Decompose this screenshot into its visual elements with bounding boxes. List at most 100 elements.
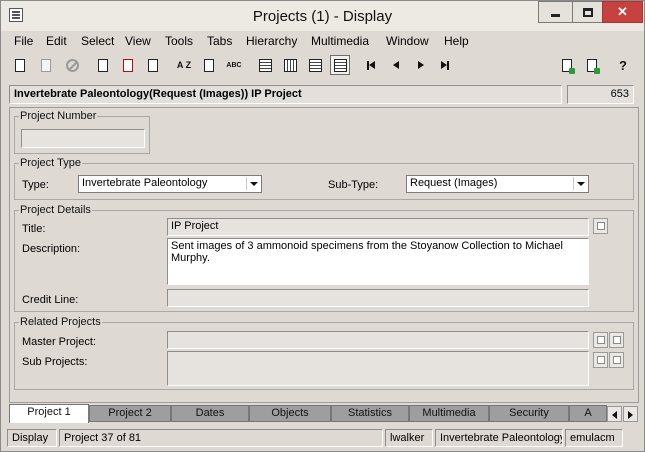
next-record-icon bbox=[418, 61, 424, 69]
title-bar[interactable]: Projects (1) - Display ✕ bbox=[1, 1, 644, 31]
link-button[interactable] bbox=[582, 55, 602, 75]
menu-file[interactable]: File bbox=[14, 34, 33, 48]
maximize-button[interactable] bbox=[572, 1, 602, 23]
context-help-icon: ? bbox=[619, 57, 627, 73]
type-dropdown-value: Invertebrate Paleontology bbox=[82, 177, 208, 189]
master-project-field[interactable] bbox=[167, 331, 589, 349]
edit-icon bbox=[204, 58, 214, 72]
new-record-button[interactable] bbox=[10, 55, 30, 75]
edit-button[interactable] bbox=[199, 55, 219, 75]
master-project-open-button[interactable] bbox=[609, 332, 624, 348]
master-project-label: Master Project: bbox=[22, 336, 96, 348]
sort-button[interactable]: A Z bbox=[174, 55, 194, 75]
attach-button[interactable] bbox=[557, 55, 577, 75]
type-label: Type: bbox=[22, 179, 49, 191]
menu-select[interactable]: Select bbox=[81, 34, 114, 48]
tab-scroll-left-button[interactable] bbox=[607, 406, 622, 422]
tab-project-1[interactable]: Project 1 bbox=[9, 404, 89, 423]
record-count-field: 653 bbox=[567, 85, 634, 104]
maximize-icon bbox=[582, 8, 593, 17]
add-link-icon bbox=[596, 336, 605, 344]
title-lookup-button[interactable] bbox=[593, 218, 608, 234]
toolbar: A Z ABC ? bbox=[1, 53, 644, 79]
tab-scroll-right-button[interactable] bbox=[623, 406, 638, 422]
project-type-legend: Project Type bbox=[20, 157, 81, 169]
tab-multimedia[interactable]: Multimedia bbox=[409, 405, 489, 422]
related-projects-legend: Related Projects bbox=[20, 316, 101, 328]
minimize-button[interactable] bbox=[538, 1, 572, 23]
sort-az-icon: A Z bbox=[176, 60, 192, 70]
chevron-right-icon bbox=[628, 411, 633, 419]
last-record-button[interactable] bbox=[435, 55, 455, 75]
tab-overflow[interactable]: A bbox=[569, 405, 607, 422]
form-view-button[interactable] bbox=[255, 55, 275, 75]
menu-help[interactable]: Help bbox=[444, 34, 469, 48]
table-view-icon bbox=[283, 58, 297, 72]
cancel-button[interactable] bbox=[62, 55, 82, 75]
minimize-icon bbox=[551, 14, 560, 17]
chevron-down-icon bbox=[246, 177, 260, 190]
record-title-field: Invertebrate Paleontology(Request (Image… bbox=[9, 85, 562, 104]
previous-record-button[interactable] bbox=[386, 55, 406, 75]
image-view-icon bbox=[333, 58, 347, 72]
menu-window[interactable]: Window bbox=[386, 34, 429, 48]
delete-button[interactable] bbox=[118, 55, 138, 75]
tab-objects[interactable]: Objects bbox=[249, 405, 331, 422]
save-button[interactable] bbox=[36, 55, 56, 75]
type-dropdown[interactable]: Invertebrate Paleontology bbox=[78, 175, 262, 193]
status-department: Invertebrate Paleontology bbox=[435, 429, 563, 447]
menu-view[interactable]: View bbox=[125, 34, 151, 48]
spellcheck-button[interactable]: ABC bbox=[224, 55, 244, 75]
tab-project-2[interactable]: Project 2 bbox=[89, 405, 171, 422]
copy-button[interactable] bbox=[143, 55, 163, 75]
menu-edit[interactable]: Edit bbox=[46, 34, 67, 48]
status-server: emulacm bbox=[565, 429, 623, 447]
next-record-button[interactable] bbox=[411, 55, 431, 75]
table-view-button[interactable] bbox=[280, 55, 300, 75]
link-icon bbox=[587, 58, 600, 74]
lookup-icon bbox=[596, 222, 605, 230]
close-button[interactable]: ✕ bbox=[602, 1, 643, 23]
menu-tabs[interactable]: Tabs bbox=[207, 34, 232, 48]
save-icon bbox=[41, 58, 51, 72]
credit-line-field[interactable] bbox=[167, 289, 589, 307]
tab-strip: Project 1 Project 2 Dates Objects Statis… bbox=[9, 404, 621, 424]
close-icon: ✕ bbox=[617, 4, 628, 19]
attach-icon bbox=[562, 58, 575, 74]
description-label: Description: bbox=[22, 243, 81, 255]
tab-dates[interactable]: Dates bbox=[171, 405, 249, 422]
subtype-label: Sub-Type: bbox=[328, 179, 379, 191]
form-view-icon bbox=[258, 58, 272, 72]
subtype-dropdown[interactable]: Request (Images) bbox=[406, 175, 589, 193]
sub-projects-add-button[interactable] bbox=[593, 352, 608, 368]
page-view-button[interactable] bbox=[305, 55, 325, 75]
print-button[interactable] bbox=[93, 55, 113, 75]
chevron-left-icon bbox=[612, 411, 617, 419]
tab-statistics[interactable]: Statistics bbox=[331, 405, 409, 422]
project-number-field[interactable] bbox=[21, 129, 145, 148]
sub-projects-label: Sub Projects: bbox=[22, 356, 88, 368]
chevron-down-icon bbox=[573, 177, 587, 190]
sub-projects-field[interactable] bbox=[167, 351, 589, 386]
description-field[interactable]: Sent images of 3 ammonoid specimens from… bbox=[167, 238, 589, 285]
status-user: lwalker bbox=[385, 429, 433, 447]
spellcheck-icon: ABC bbox=[226, 61, 242, 69]
image-view-button[interactable] bbox=[330, 55, 350, 75]
application-window: Projects (1) - Display ✕ File Edit Selec… bbox=[0, 0, 645, 452]
first-record-button[interactable] bbox=[361, 55, 381, 75]
context-help-button[interactable]: ? bbox=[613, 55, 633, 75]
print-icon bbox=[98, 58, 108, 72]
tab-security[interactable]: Security bbox=[489, 405, 569, 422]
delete-icon bbox=[123, 58, 133, 72]
page-view-icon bbox=[308, 58, 322, 72]
menu-hierarchy[interactable]: Hierarchy bbox=[246, 34, 297, 48]
menu-multimedia[interactable]: Multimedia bbox=[311, 34, 369, 48]
title-label: Title: bbox=[22, 223, 46, 235]
master-project-add-button[interactable] bbox=[593, 332, 608, 348]
new-record-icon bbox=[15, 58, 25, 72]
open-link-icon bbox=[612, 356, 621, 364]
previous-record-icon bbox=[393, 61, 399, 69]
menu-tools[interactable]: Tools bbox=[165, 34, 193, 48]
title-field[interactable]: IP Project bbox=[167, 218, 589, 236]
sub-projects-open-button[interactable] bbox=[609, 352, 624, 368]
